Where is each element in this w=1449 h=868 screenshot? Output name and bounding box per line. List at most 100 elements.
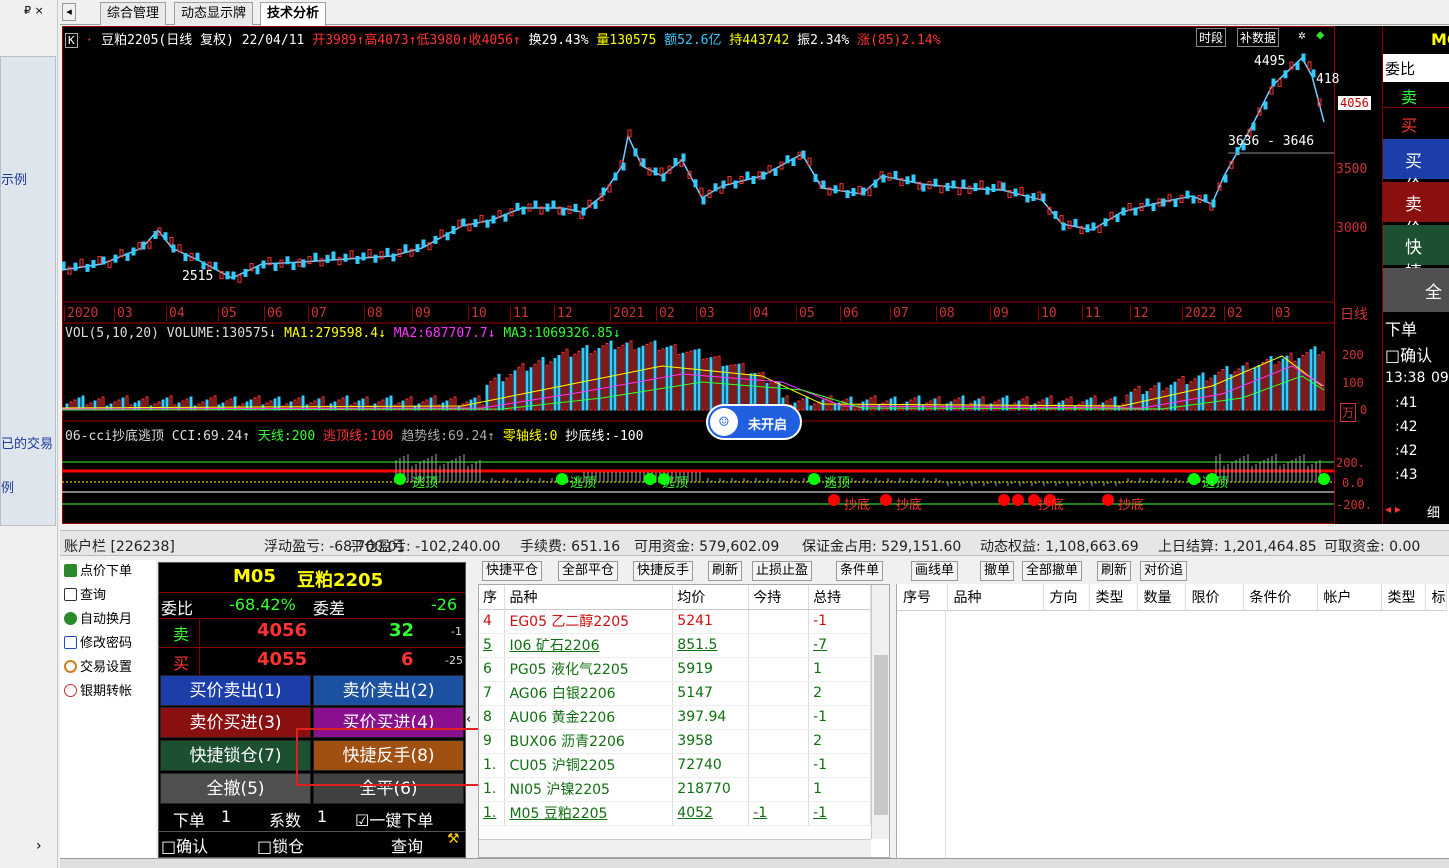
menu-item-point-order[interactable]: 点价下单	[64, 561, 132, 583]
menu-item-bank-transfer[interactable]: 银期转帐	[64, 681, 132, 703]
quick-close-button[interactable]: 快捷平仓	[482, 561, 543, 581]
buy-at-ask-button[interactable]: 卖价买进(3)	[160, 707, 311, 738]
position-row[interactable]: 6 PG05 液化气2205 5919 1	[479, 657, 871, 682]
tools-icon[interactable]: ⚒	[447, 831, 460, 847]
query-button[interactable]: 查询	[391, 833, 423, 857]
settings-icon[interactable]: ✲	[1298, 28, 1306, 43]
divider	[159, 831, 465, 832]
col-header[interactable]: 品种	[947, 584, 1044, 611]
right-btn[interactable]: 买价	[1383, 139, 1449, 197]
candle	[141, 241, 146, 250]
col-header[interactable]: 限价	[1185, 584, 1244, 611]
volume-bar	[593, 350, 597, 411]
candle	[91, 260, 96, 268]
col-header[interactable]: 数量	[1137, 584, 1186, 611]
period-button[interactable]: 时段	[1196, 28, 1227, 47]
fill-data-button[interactable]: 补数据	[1237, 28, 1280, 47]
right-btn[interactable]: 快捷	[1383, 225, 1449, 283]
volume-bar	[517, 366, 521, 411]
quick-lock-button[interactable]: 快捷锁仓(7)	[160, 740, 311, 771]
position-row[interactable]: 5 I06 矿石2206 851.5 -7	[479, 633, 871, 658]
right-btn[interactable]: 全	[1383, 268, 1449, 312]
scroll-arrows-icon[interactable]: ◂ ▸	[1385, 502, 1401, 516]
one-key-checkbox[interactable]: ☑一键下单	[355, 807, 433, 831]
cancel-all-button[interactable]: 全撤(5)	[160, 773, 311, 804]
position-row[interactable]: 1. NI05 沪镍2205 218770 1	[479, 777, 871, 802]
candle	[727, 176, 732, 184]
col-header[interactable]: 条件价	[1243, 584, 1318, 611]
horizontal-scrollbar[interactable]	[479, 839, 871, 857]
qty-value[interactable]: 1	[221, 807, 231, 826]
conditional-order-button[interactable]: 条件单	[836, 561, 884, 581]
candle	[951, 180, 956, 189]
confirm-checkbox[interactable]: □确认	[161, 833, 208, 857]
refresh-button[interactable]: 刷新	[708, 561, 743, 581]
left-link[interactable]: 例	[1, 477, 14, 496]
volume-bar	[561, 351, 565, 411]
volume-bar	[1257, 364, 1261, 411]
xishu-value[interactable]: 1	[317, 807, 327, 826]
position-row[interactable]: 7 AG06 白银2206 5147 2	[479, 681, 871, 706]
menu-item-query[interactable]: 查询	[64, 585, 106, 607]
menu-item-auto-roll[interactable]: 自动换月	[64, 609, 132, 631]
position-row[interactable]: 4 EG05 乙二醇2205 5241 -1	[479, 609, 871, 634]
sell-at-bid-button[interactable]: 买价卖出(1)	[160, 675, 311, 706]
col-header[interactable]: 序号	[897, 584, 948, 611]
date-tick: 11	[1082, 306, 1101, 321]
cancel-all-orders-button[interactable]: 全部撤单	[1022, 561, 1083, 581]
lock-checkbox[interactable]: □锁仓	[257, 833, 304, 857]
tab-overview[interactable]: 综合管理	[100, 2, 167, 25]
chevron-left-icon[interactable]: ◂	[62, 3, 76, 21]
position-row[interactable]: 9 BUX06 沥青2206 3958 2	[479, 729, 871, 754]
chase-price-button[interactable]: 对价追	[1140, 561, 1188, 581]
col-header[interactable]: 品种	[504, 585, 674, 610]
col-header[interactable]: 标	[1425, 584, 1447, 611]
cell-no: 5	[479, 633, 506, 658]
tab-technical-analysis[interactable]: 技术分析	[260, 2, 327, 26]
menu-label: 银期转帐	[80, 684, 133, 699]
volume-bar	[509, 373, 513, 411]
kline-chart[interactable]: K · 豆粕2205(日线 复权) 22/04/11 开3989↑高4073↑低…	[62, 26, 1382, 524]
refresh-orders-button[interactable]: 刷新	[1097, 561, 1132, 581]
not-enabled-badge[interactable]: ☺ 未开启	[706, 404, 802, 440]
col-header[interactable]: 序	[479, 585, 506, 610]
pin-close-icon[interactable]: ₽ ×	[24, 4, 44, 17]
line-order-button[interactable]: 画线单	[911, 561, 959, 581]
chevron-right-icon[interactable]: ›	[36, 838, 42, 854]
col-header[interactable]: 方向	[1043, 584, 1090, 611]
vertical-scrollbar[interactable]	[871, 585, 889, 839]
col-header[interactable]: 今持	[748, 585, 810, 610]
cancel-order-button[interactable]: 撤单	[980, 561, 1015, 581]
right-btn[interactable]: 卖价	[1383, 182, 1449, 240]
diamond-icon[interactable]: ◆	[1316, 27, 1324, 43]
position-row[interactable]: 1. M05 豆粕2205 4052 -1 -1	[479, 801, 871, 826]
tab-dynamic-board[interactable]: 动态显示牌	[174, 2, 254, 25]
candle	[961, 179, 966, 188]
date-axis: 2020 03 04 05 06 07 08 09 10 11 12 2021 02 03 04 05 06 07…	[62, 305, 1334, 323]
volume-bar	[581, 347, 585, 411]
volume-bar	[1265, 359, 1269, 411]
candle	[62, 261, 66, 270]
menu-item-change-password[interactable]: 修改密码	[64, 633, 132, 655]
stop-loss-button[interactable]: 止损止盈	[752, 561, 813, 581]
confirm-checkbox[interactable]: □确认	[1383, 342, 1432, 366]
scroll-thumb[interactable]	[874, 655, 888, 815]
col-header[interactable]: 帐户	[1317, 584, 1382, 611]
close-all-positions-button[interactable]: 全部平仓	[558, 561, 619, 581]
chevron-left-icon[interactable]: ‹	[466, 712, 471, 727]
col-header[interactable]: 类型	[1381, 584, 1426, 611]
menu-item-trade-settings[interactable]: 交易设置	[64, 657, 132, 679]
position-row[interactable]: 8 AU06 黄金2206 397.94 -1	[479, 705, 871, 730]
col-header[interactable]: 类型	[1089, 584, 1138, 611]
left-link[interactable]: 已的交易	[1, 433, 53, 452]
candle	[131, 247, 136, 256]
left-link[interactable]: 示例	[1, 169, 27, 188]
candle	[79, 258, 84, 267]
col-header[interactable]: 总持	[808, 585, 871, 610]
k-icon[interactable]: K	[65, 33, 78, 48]
col-header[interactable]: 均价	[672, 585, 750, 610]
cell-today	[748, 777, 810, 802]
sell-at-ask-button[interactable]: 卖价卖出(2)	[313, 675, 464, 706]
position-row[interactable]: 1. CU05 沪铜2205 72740 -1	[479, 753, 871, 778]
quick-reverse-pos-button[interactable]: 快捷反手	[633, 561, 694, 581]
